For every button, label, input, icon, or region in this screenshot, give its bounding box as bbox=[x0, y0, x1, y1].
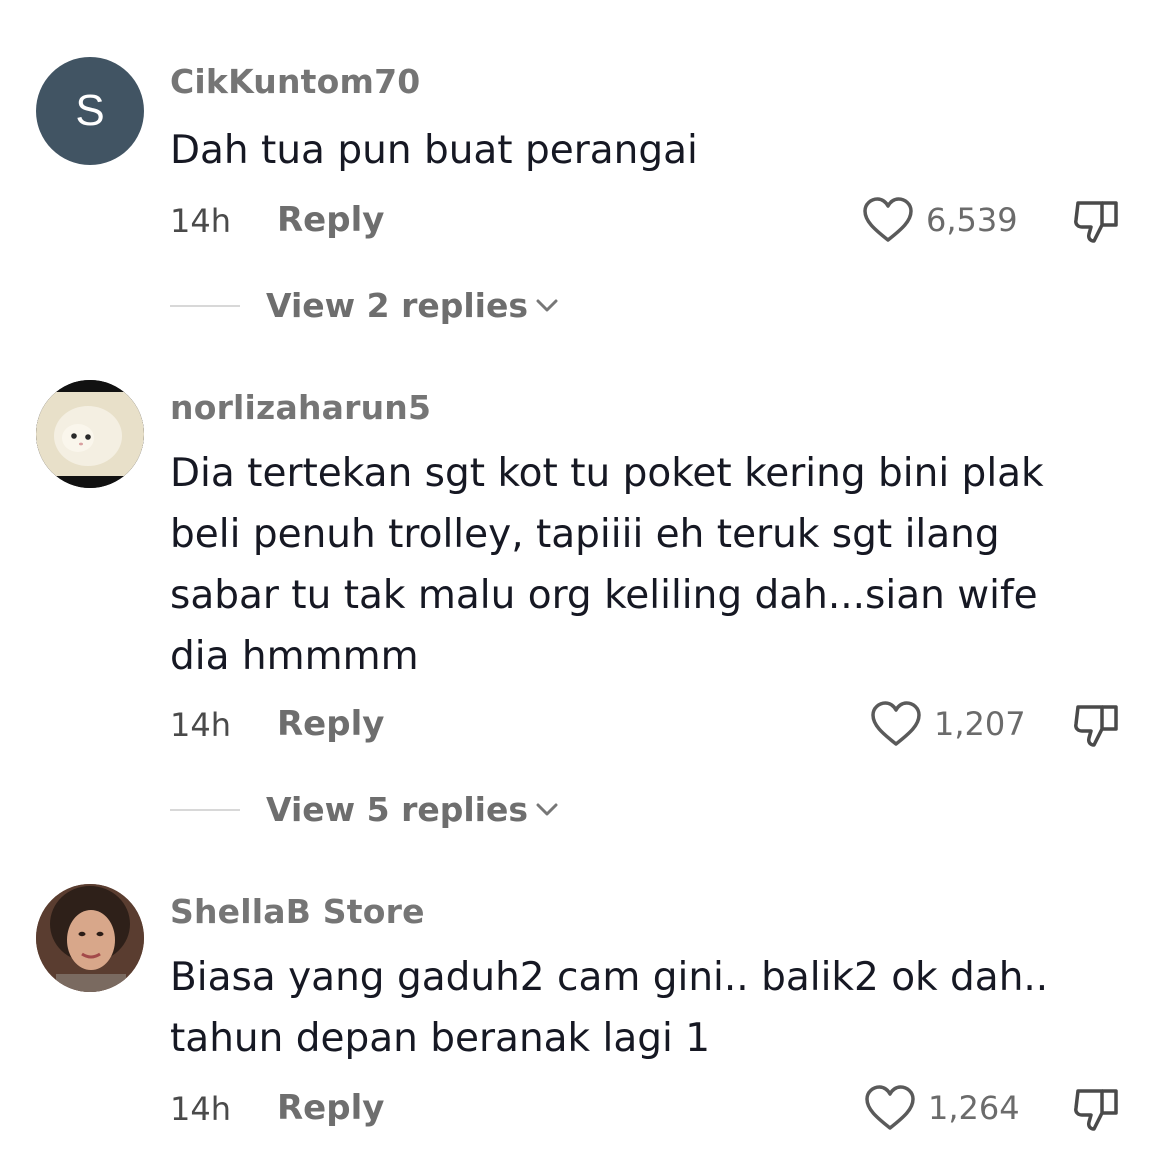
reply-button[interactable]: Reply bbox=[277, 704, 384, 744]
thumbs-down-icon bbox=[1074, 201, 1118, 243]
comment-username[interactable]: CikKuntom70 bbox=[170, 62, 420, 101]
comment-time: 14h bbox=[170, 1090, 231, 1128]
replies-divider bbox=[170, 304, 240, 307]
avatar[interactable] bbox=[36, 884, 144, 992]
like-button[interactable]: 6,539 bbox=[862, 196, 1018, 244]
avatar-letter: S bbox=[75, 86, 105, 135]
heart-icon bbox=[863, 197, 913, 242]
heart-icon bbox=[871, 701, 921, 746]
dislike-button[interactable] bbox=[1072, 197, 1122, 249]
view-replies[interactable]: View 2 replies bbox=[170, 286, 558, 325]
like-count: 1,207 bbox=[934, 705, 1026, 743]
comment-username[interactable]: ShellaB Store bbox=[170, 892, 425, 931]
reply-button[interactable]: Reply bbox=[277, 1088, 384, 1128]
comment-text: Dah tua pun buat perangai bbox=[170, 128, 698, 173]
like-button[interactable]: 1,207 bbox=[870, 700, 1026, 748]
view-replies-label[interactable]: View 5 replies bbox=[266, 790, 528, 829]
heart-icon bbox=[865, 1085, 915, 1130]
thumbs-down-icon bbox=[1074, 705, 1118, 747]
view-replies[interactable]: View 5 replies bbox=[170, 790, 558, 829]
chevron-down-icon bbox=[536, 299, 558, 311]
avatar[interactable] bbox=[36, 380, 144, 488]
dislike-button[interactable] bbox=[1072, 701, 1122, 753]
comment-list: S CikKuntom70 Dah tua pun buat perangai … bbox=[0, 0, 1169, 1163]
replies-divider bbox=[170, 808, 240, 811]
dislike-button[interactable] bbox=[1072, 1085, 1122, 1137]
profile-photo-image bbox=[36, 884, 144, 992]
chevron-down-icon bbox=[536, 803, 558, 815]
thumbs-down-icon bbox=[1074, 1089, 1118, 1131]
like-button[interactable]: 1,264 bbox=[864, 1084, 1020, 1132]
like-count: 1,264 bbox=[928, 1089, 1020, 1127]
avatar[interactable]: S bbox=[36, 57, 144, 165]
view-replies-label[interactable]: View 2 replies bbox=[266, 286, 528, 325]
reply-button[interactable]: Reply bbox=[277, 200, 384, 240]
comment-username[interactable]: norlizaharun5 bbox=[170, 388, 431, 427]
cat-avatar-image bbox=[36, 380, 144, 488]
comment-time: 14h bbox=[170, 202, 231, 240]
comment-text: Biasa yang gaduh2 cam gini.. balik2 ok d… bbox=[170, 955, 1049, 1061]
comment-text: Dia tertekan sgt kot tu poket kering bin… bbox=[170, 451, 1044, 679]
comment-time: 14h bbox=[170, 706, 231, 744]
like-count: 6,539 bbox=[926, 201, 1018, 239]
